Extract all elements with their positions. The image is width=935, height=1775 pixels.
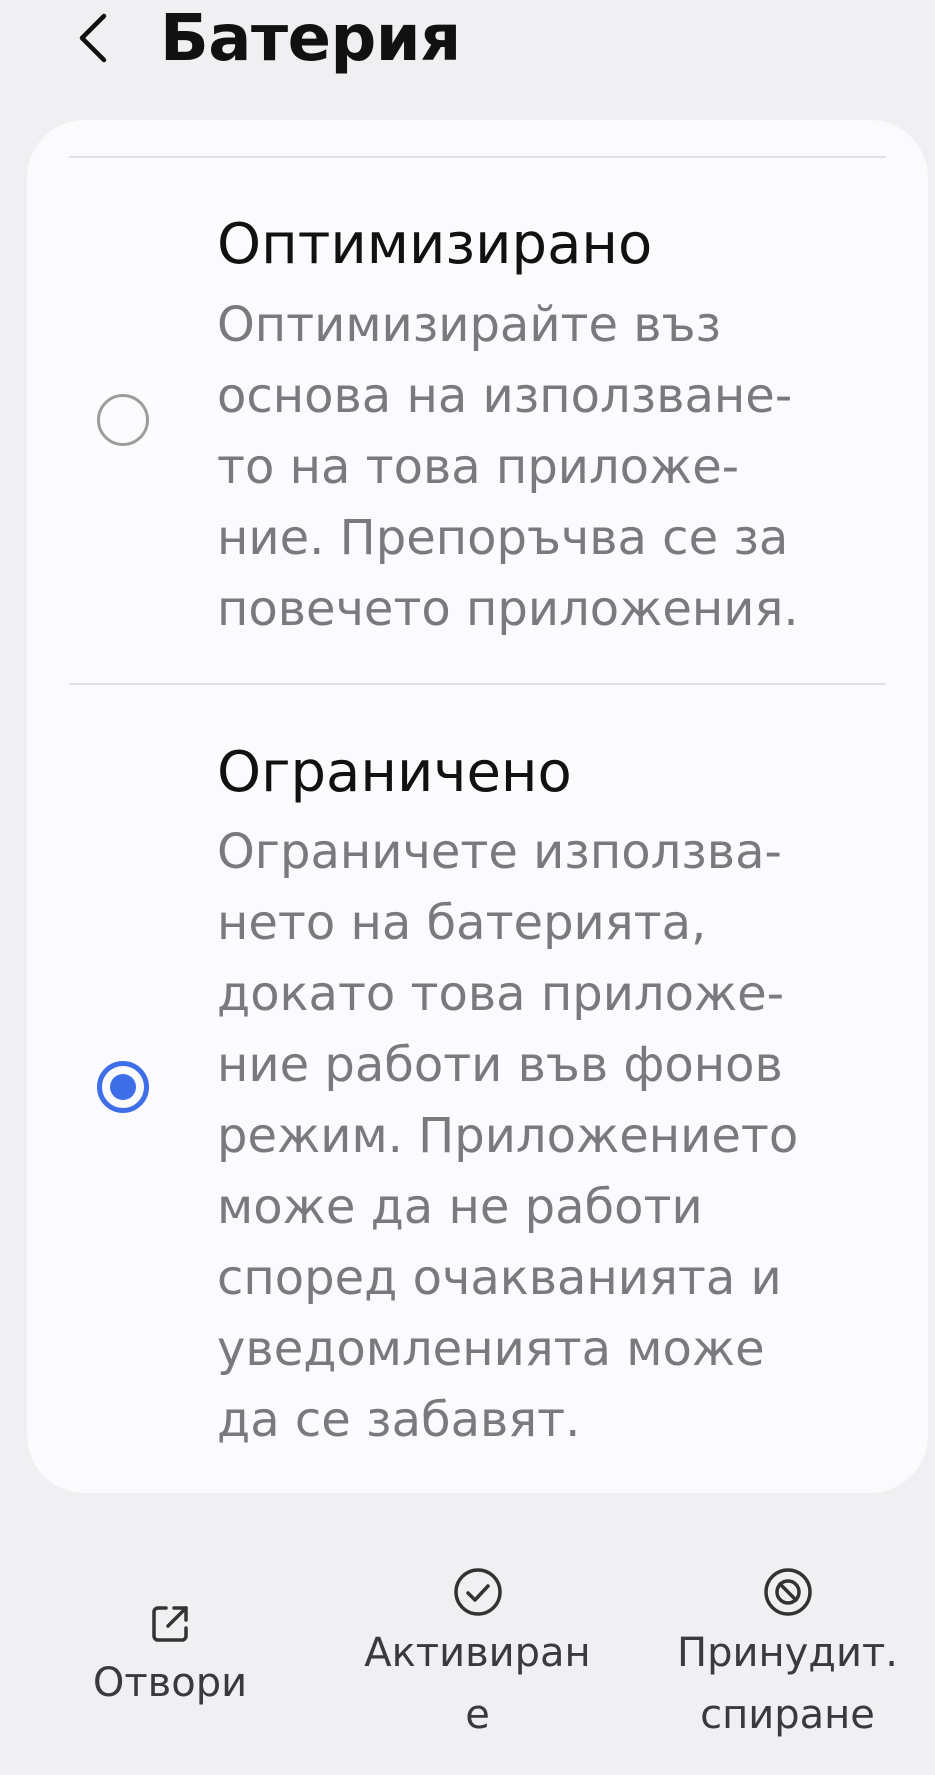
- option-restricted-description: Ограничете използва- нето на батерията, …: [217, 824, 799, 1448]
- chevron-left-icon: [79, 13, 107, 63]
- radio-selected-dot: [110, 1074, 136, 1100]
- divider: [69, 683, 886, 685]
- divider: [69, 156, 886, 158]
- battery-options-card: Оптимизирано Оптимизирайте въз основа на…: [27, 120, 928, 1493]
- force-stop-button-label: Принудит. спиране: [677, 1630, 898, 1738]
- option-optimized-title: Оптимизирано: [217, 212, 653, 277]
- enable-button-label: Активиран е: [364, 1630, 591, 1738]
- page-title: Батерия: [160, 2, 461, 76]
- radio-optimized[interactable]: [97, 394, 149, 446]
- open-external-icon: [152, 1606, 188, 1642]
- open-button[interactable]: Отвори: [50, 1600, 290, 1714]
- back-button[interactable]: [68, 8, 118, 68]
- option-restricted-title: Ограничено: [217, 740, 572, 805]
- force-stop-icon: [763, 1568, 812, 1616]
- app-bar: Батерия: [0, 0, 935, 100]
- enable-button[interactable]: Активиран е: [330, 1566, 625, 1746]
- radio-restricted[interactable]: [97, 1061, 149, 1113]
- check-circle-icon: [453, 1568, 502, 1616]
- open-button-label: Отвори: [92, 1660, 248, 1706]
- force-stop-button[interactable]: Принудит. спиране: [655, 1566, 920, 1746]
- bottom-action-bar: Отвори Активиран е Принудит. спиране: [0, 1530, 935, 1775]
- option-optimized-description: Оптимизирайте въз основа на използване- …: [217, 297, 799, 637]
